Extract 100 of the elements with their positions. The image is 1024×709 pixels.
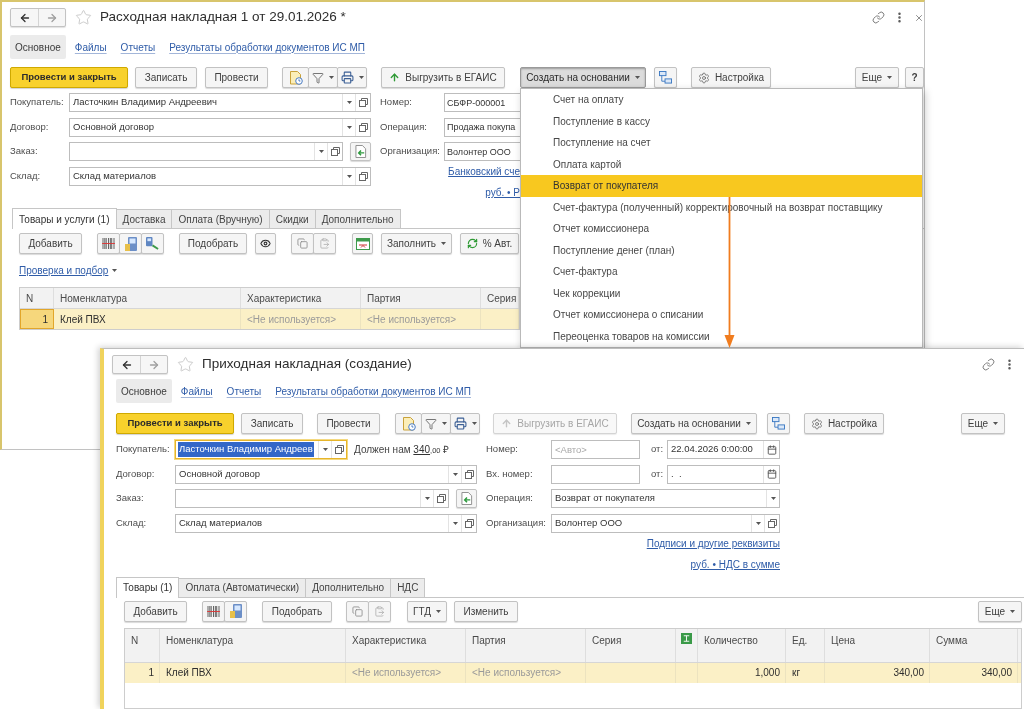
- edit-button[interactable]: Изменить: [454, 600, 518, 622]
- column-header[interactable]: Цена: [831, 632, 856, 648]
- menu-item[interactable]: Поступление денег (план): [521, 239, 922, 261]
- open-button[interactable]: [355, 94, 370, 111]
- print-button[interactable]: [450, 413, 480, 434]
- post-and-close-button[interactable]: Провести и закрыть: [10, 67, 128, 88]
- select-field[interactable]: Ласточкин Владимир Андреев: [175, 440, 347, 459]
- section-tab[interactable]: Отчеты: [221, 379, 267, 403]
- create-document-button[interactable]: [456, 489, 477, 508]
- section-tab[interactable]: Отчеты: [115, 35, 161, 59]
- print-button[interactable]: [337, 67, 367, 88]
- save-button[interactable]: Записать: [241, 413, 303, 434]
- menu-item[interactable]: Счет на оплату: [521, 89, 922, 111]
- barcode-button[interactable]: [202, 600, 225, 622]
- calendar-button[interactable]: [763, 465, 779, 483]
- open-button[interactable]: [331, 441, 346, 458]
- column-header[interactable]: Серия: [487, 290, 517, 306]
- open-button[interactable]: [327, 143, 342, 160]
- egais-upload-button[interactable]: Выгрузить в ЕГАИС: [381, 67, 505, 88]
- check-and-pick-link[interactable]: Проверка и подбор: [19, 262, 118, 278]
- dropdown-button[interactable]: [766, 490, 779, 507]
- tab[interactable]: Скидки: [269, 209, 316, 228]
- data-terminal-button[interactable]: [119, 233, 142, 254]
- link-icon[interactable]: [872, 11, 885, 24]
- tab[interactable]: Дополнительно: [306, 577, 392, 597]
- history-button[interactable]: [282, 67, 309, 88]
- column-header[interactable]: Номенклатура: [60, 290, 128, 306]
- select-field[interactable]: Ласточкин Владимир Андреевич: [69, 93, 371, 112]
- text-field[interactable]: СБФР-000001: [444, 93, 520, 112]
- tab[interactable]: Дополнительно: [315, 209, 401, 228]
- post-and-close-button[interactable]: Провести и закрыть: [116, 413, 234, 434]
- open-button[interactable]: [764, 514, 779, 532]
- pick-button[interactable]: Подобрать: [179, 233, 247, 254]
- column-header[interactable]: Сумма: [936, 632, 968, 648]
- column-header[interactable]: Партия: [367, 290, 401, 306]
- star-icon[interactable]: [177, 356, 194, 373]
- select-field[interactable]: Основной договор: [175, 464, 477, 484]
- dropdown-button[interactable]: [314, 143, 327, 160]
- menu-item[interactable]: Чек коррекции: [521, 282, 922, 304]
- close-icon[interactable]: [914, 12, 924, 23]
- column-header[interactable]: Партия: [472, 632, 506, 648]
- section-tab[interactable]: Результаты обработки документов ИС МП: [164, 35, 370, 59]
- filter-button[interactable]: [421, 413, 451, 434]
- select-field[interactable]: Волонтер ООО: [551, 513, 780, 533]
- open-button[interactable]: [355, 167, 370, 185]
- column-header[interactable]: Номенклатура: [166, 632, 234, 648]
- table-row[interactable]: 1 Клей ПВХ <Не используется> <Не используется>: [20, 309, 519, 329]
- dropdown-button[interactable]: [342, 94, 355, 111]
- data-terminal-button[interactable]: [224, 600, 247, 622]
- structure-button[interactable]: [654, 67, 677, 88]
- table-button[interactable]: [352, 233, 373, 254]
- text-field[interactable]: [551, 464, 640, 484]
- auto-discount-button[interactable]: % Авт.: [460, 233, 519, 254]
- dropdown-button[interactable]: [318, 441, 331, 458]
- create-document-button[interactable]: [350, 142, 371, 161]
- tab[interactable]: Товары (1): [116, 576, 180, 598]
- create-based-on-button[interactable]: Создать на основании: [520, 67, 646, 88]
- select-field[interactable]: [175, 489, 449, 508]
- open-button[interactable]: [433, 490, 448, 507]
- add-button[interactable]: Добавить: [19, 233, 82, 254]
- select-field[interactable]: [69, 142, 343, 161]
- scanner-button[interactable]: [141, 233, 164, 254]
- gtd-button[interactable]: ГТД: [407, 600, 447, 622]
- menu-item[interactable]: Оплата картой: [521, 153, 922, 175]
- text-field[interactable]: Продажа покупа: [444, 117, 520, 137]
- open-button[interactable]: [461, 465, 476, 483]
- date-field[interactable]: . .: [667, 464, 780, 484]
- link-icon[interactable]: [982, 358, 995, 371]
- settings-button[interactable]: Настройка: [804, 413, 884, 434]
- form-link[interactable]: руб. • НДС в сумме: [690, 556, 780, 572]
- tab[interactable]: Товары и услуги (1): [12, 208, 117, 229]
- post-button[interactable]: Провести: [205, 67, 268, 88]
- select-field[interactable]: Основной договор: [69, 117, 371, 137]
- column-header[interactable]: Ед.: [792, 632, 808, 648]
- dropdown-button[interactable]: [448, 514, 461, 532]
- column-header[interactable]: N: [131, 632, 139, 648]
- pick-button[interactable]: Подобрать: [262, 600, 332, 622]
- save-button[interactable]: Записать: [135, 67, 197, 88]
- open-button[interactable]: [461, 514, 476, 532]
- barcode-button[interactable]: [97, 233, 120, 254]
- section-tab[interactable]: Основное: [10, 35, 66, 59]
- menu-item[interactable]: Переоценка товаров на комиссии: [521, 325, 922, 347]
- structure-button[interactable]: [767, 413, 790, 434]
- date-field[interactable]: 22.04.2026 0:00:00: [667, 440, 780, 459]
- star-icon[interactable]: [75, 9, 92, 26]
- calendar-button[interactable]: [763, 441, 779, 458]
- text-field[interactable]: <Авто>: [551, 440, 640, 459]
- settings-button[interactable]: Настройка: [691, 67, 771, 88]
- section-tab[interactable]: Основное: [116, 379, 172, 403]
- open-button[interactable]: [355, 118, 370, 136]
- column-header[interactable]: Характеристика: [352, 632, 427, 648]
- column-header[interactable]: Количество: [704, 632, 758, 648]
- form-link[interactable]: Подписи и другие реквизиты: [646, 535, 780, 551]
- form-link[interactable]: Банковский сче: [448, 164, 520, 179]
- tab[interactable]: НДС: [391, 577, 426, 597]
- column-header[interactable]: Серия: [592, 632, 622, 648]
- help-button[interactable]: ?: [905, 67, 924, 88]
- add-button[interactable]: Добавить: [124, 600, 187, 622]
- section-tab[interactable]: Результаты обработки документов ИС МП: [270, 379, 476, 403]
- create-based-on-button[interactable]: Создать на основании: [631, 413, 757, 434]
